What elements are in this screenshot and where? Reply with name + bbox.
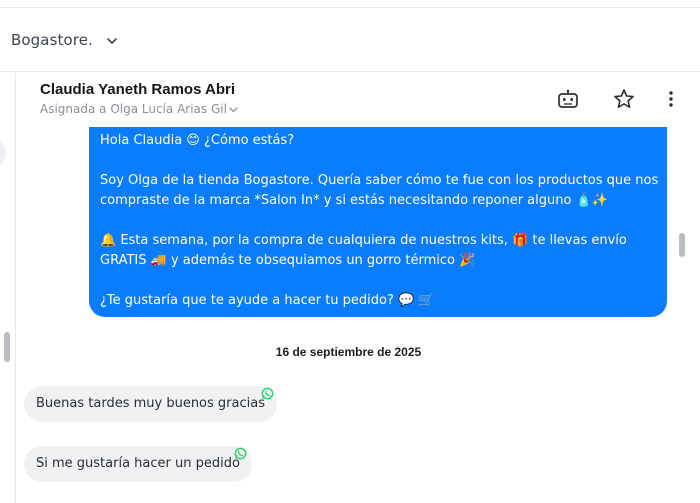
whatsapp-icon: [234, 445, 247, 460]
incoming-message: Buenas tardes muy buenos gracias: [24, 386, 277, 422]
scrollbar-track[interactable]: [680, 127, 700, 503]
message-text: Buenas tardes muy buenos gracias: [36, 396, 265, 411]
chat-header: Claudia Yaneth Ramos Abri Asignada a Olg…: [17, 73, 700, 127]
store-selector-bar: Bogastore.: [0, 9, 700, 72]
star-icon[interactable]: [612, 87, 636, 111]
message-thread: Hola Claudia 😊 ¿Cómo estás? Soy Olga de …: [17, 127, 680, 503]
contact-name: Claudia Yaneth Ramos Abri: [40, 81, 236, 98]
message-text: Si me gustaría hacer un pedido: [36, 456, 240, 471]
incoming-message: Si me gustaría hacer un pedido: [24, 446, 252, 482]
message-line: Hola Claudia 😊 ¿Cómo estás?: [100, 133, 295, 148]
assignment-selector[interactable]: Asignada a Olga Lucía Arias Gil: [40, 102, 239, 116]
message-line: compraste de la marca *Salon In* y si es…: [100, 193, 608, 208]
left-scrollbar-thumb[interactable]: [4, 332, 10, 362]
outgoing-message: Hola Claudia 😊 ¿Cómo estás? Soy Olga de …: [89, 127, 667, 317]
message-line: 🔔 Esta semana, por la compra de cualquie…: [100, 233, 627, 248]
top-bar: [0, 0, 700, 8]
message-line: Soy Olga de la tienda Bogastore. Quería …: [100, 173, 659, 188]
chevron-down-icon[interactable]: [105, 33, 119, 47]
whatsapp-icon: [261, 385, 274, 400]
chevron-down-icon: [228, 104, 239, 115]
conversation-list-pane: [0, 73, 16, 503]
message-line: ¿Te gustaría que te ayude a hacer tu ped…: [100, 293, 435, 308]
robot-icon[interactable]: [556, 87, 580, 111]
store-selector[interactable]: Bogastore.: [11, 31, 93, 49]
collapse-handle[interactable]: [0, 137, 6, 169]
more-vertical-icon[interactable]: [659, 87, 683, 111]
message-line: GRATIS 🚚 y además te obsequiamos un gorr…: [100, 253, 476, 268]
date-separator: 16 de septiembre de 2025: [275, 345, 422, 359]
assigned-agent-label: Asignada a Olga Lucía Arias Gil: [40, 102, 227, 116]
scrollbar-thumb[interactable]: [679, 233, 685, 257]
